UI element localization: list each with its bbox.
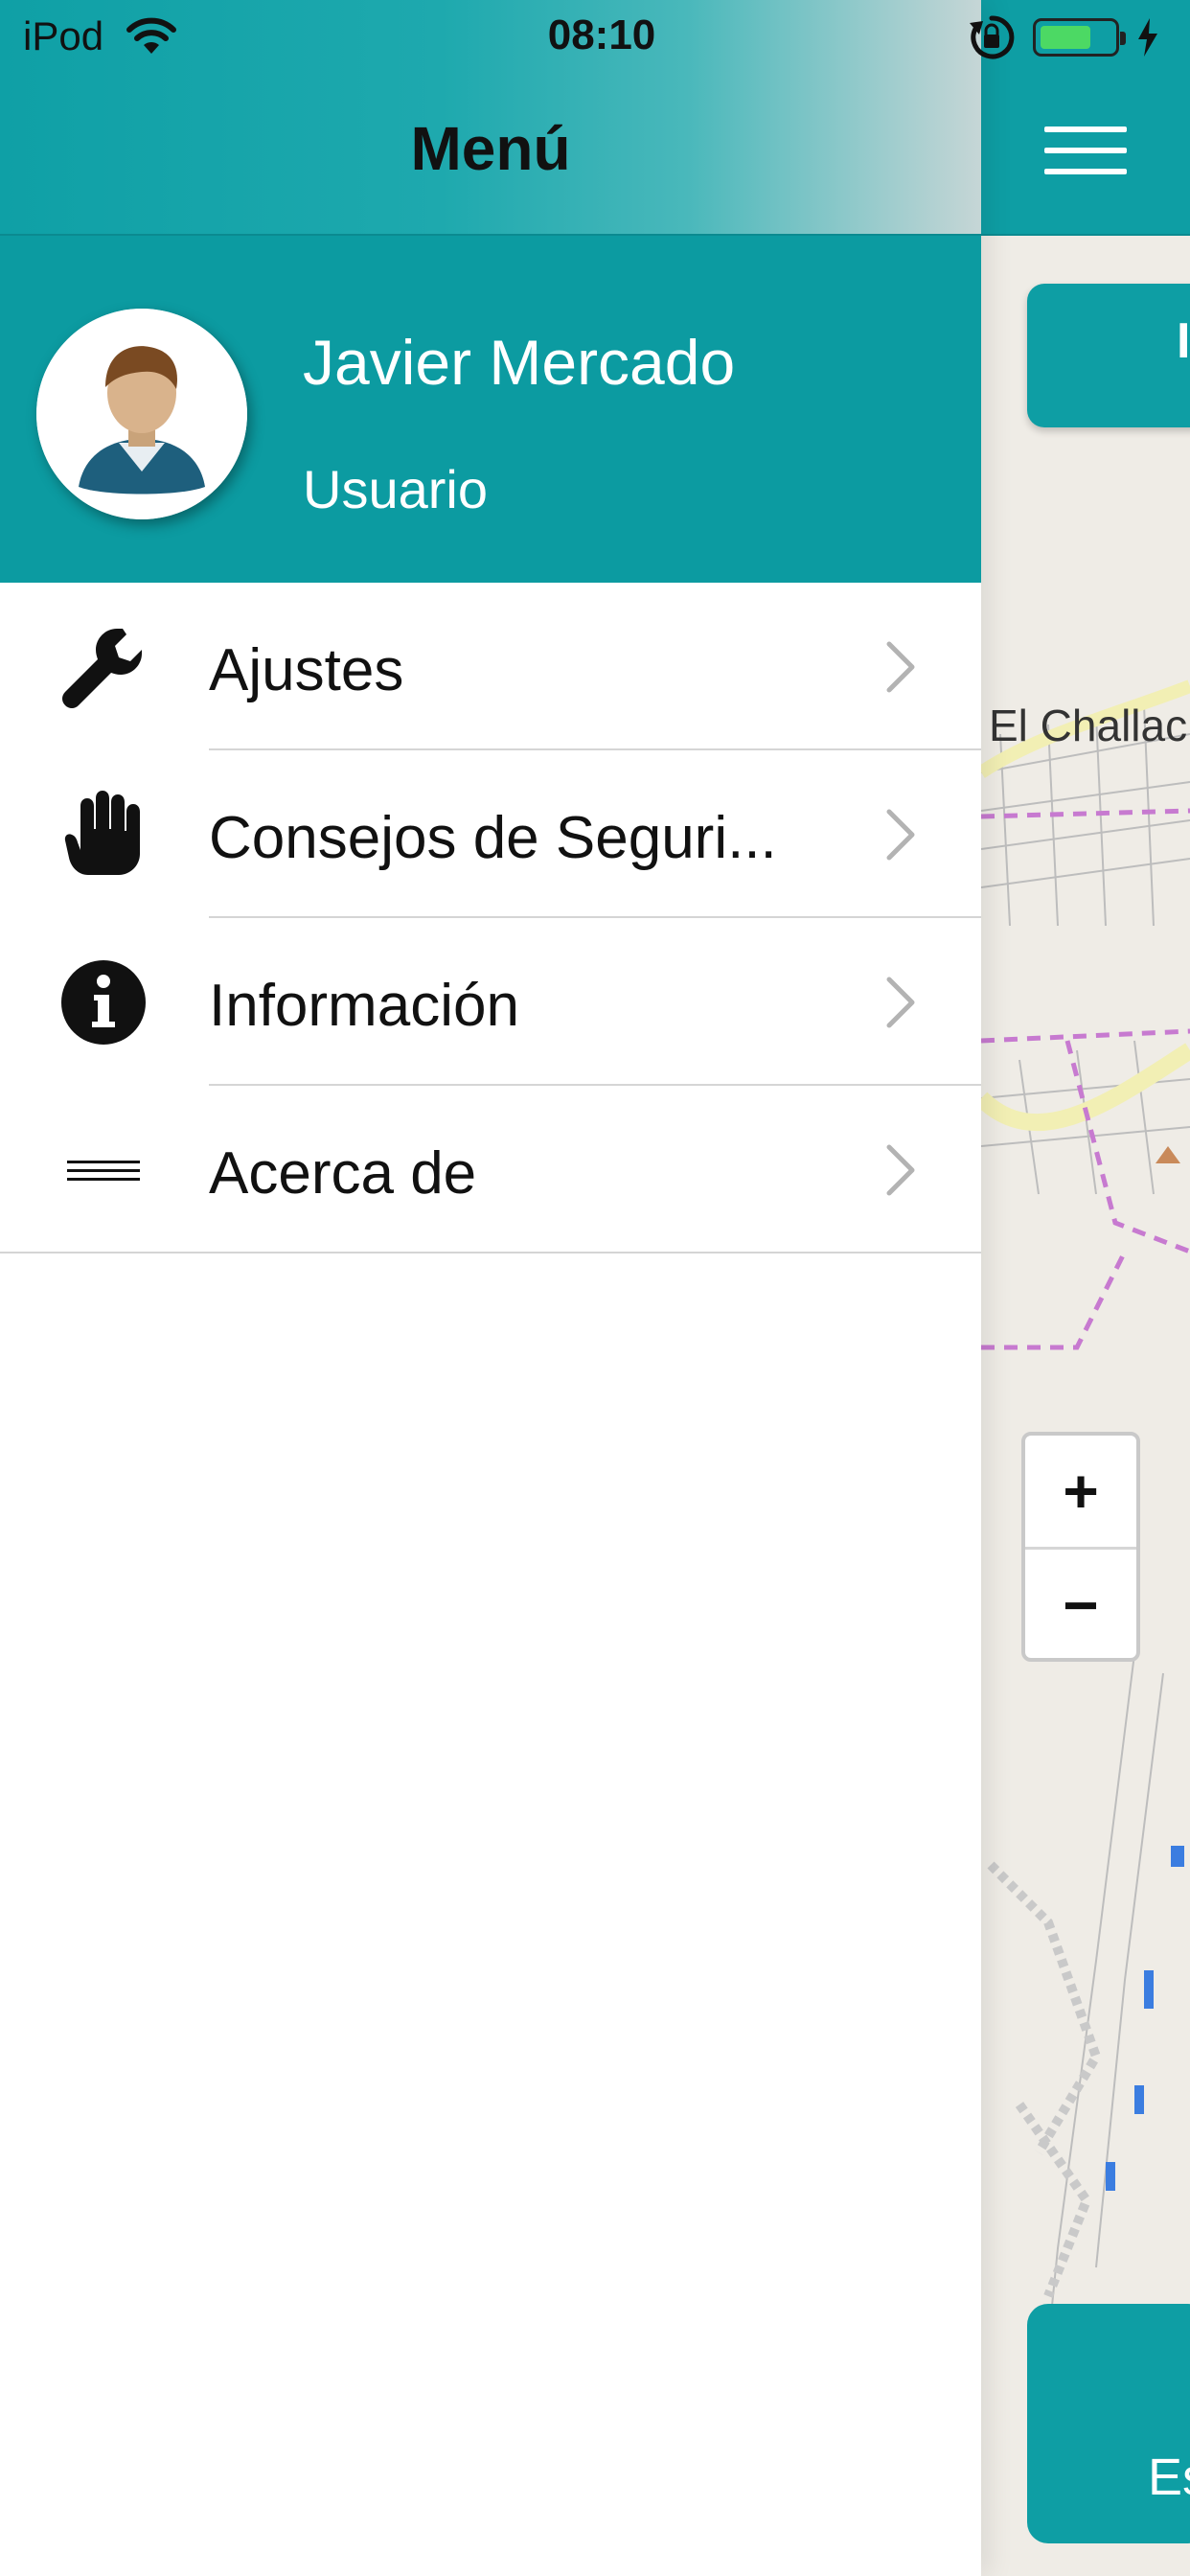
- menu-item-ajustes[interactable]: Ajustes: [0, 583, 981, 750]
- menu-item-label: Acerca de: [209, 1140, 477, 1207]
- info-icon: [59, 958, 148, 1046]
- menu-list: Ajustes Consejos de Seguri... Informació…: [0, 583, 981, 1254]
- map-top-card[interactable]: I: [1027, 284, 1190, 427]
- chevron-right-icon: [886, 809, 915, 861]
- menu-item-label: Consejos de Seguri...: [209, 805, 777, 871]
- wrench-icon: [59, 623, 148, 711]
- charging-bolt-icon: [1138, 18, 1157, 57]
- menu-item-label: Ajustes: [209, 637, 404, 703]
- zoom-control: + −: [1021, 1432, 1140, 1662]
- profile-header[interactable]: Javier Mercado Usuario: [0, 236, 981, 583]
- map-place-label: El Challac: [989, 701, 1188, 750]
- page-title: Menú: [410, 114, 571, 183]
- battery-icon: [1033, 18, 1126, 57]
- map-view[interactable]: [981, 236, 1190, 2576]
- lines-icon: [59, 1126, 148, 1214]
- menu-item-informacion[interactable]: Información: [0, 918, 981, 1086]
- menu-item-label: Información: [209, 973, 519, 1039]
- avatar: [36, 309, 247, 519]
- zoom-out-button[interactable]: −: [1025, 1550, 1136, 1661]
- drawer-header: iPod 08:10 Menú: [0, 0, 981, 236]
- map-bottom-card[interactable]: Es: [1027, 2304, 1190, 2543]
- divider: [0, 1252, 981, 1254]
- zoom-in-button[interactable]: +: [1025, 1436, 1136, 1550]
- menu-item-acerca-de[interactable]: Acerca de: [0, 1086, 981, 1254]
- chevron-right-icon: [886, 641, 915, 693]
- chevron-right-icon: [886, 977, 915, 1028]
- map-bottom-card-text: Es: [1148, 2449, 1190, 2506]
- profile-name: Javier Mercado: [303, 327, 736, 398]
- hamburger-menu-icon[interactable]: [1044, 126, 1127, 180]
- status-bar-right: [968, 13, 1159, 61]
- chevron-right-icon: [886, 1144, 915, 1196]
- menu-item-consejos-seguridad[interactable]: Consejos de Seguri...: [0, 750, 981, 918]
- rotation-lock-icon: [970, 15, 1015, 59]
- hand-stop-icon: [59, 791, 148, 879]
- profile-role: Usuario: [303, 459, 488, 519]
- map-top-card-glyph: I: [1177, 313, 1190, 369]
- side-drawer: iPod 08:10 Menú Javier Mercado Usuario A…: [0, 0, 981, 2576]
